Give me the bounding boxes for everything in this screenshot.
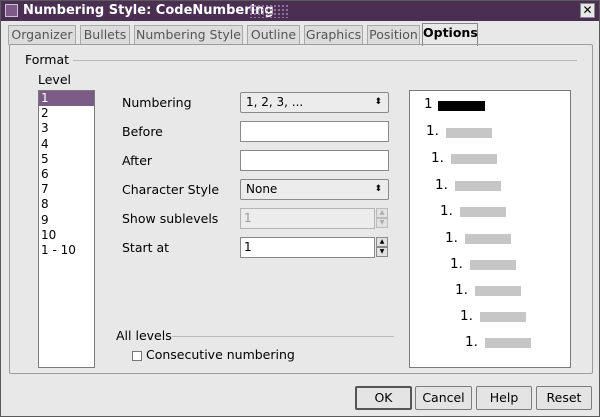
start-at-spinner[interactable]: ▲ ▼ — [376, 237, 388, 258]
all-levels-separator — [172, 336, 394, 337]
preview-line-bar — [470, 260, 516, 270]
level-item-5[interactable]: 5 — [39, 152, 94, 167]
after-label: After — [122, 153, 153, 168]
reset-button[interactable]: Reset — [536, 386, 592, 410]
numbering-style-dialog: Numbering Style: CodeNumbering ✕ Organiz… — [0, 0, 600, 417]
level-item-3[interactable]: 3 — [39, 121, 94, 136]
tab-position[interactable]: Position — [367, 25, 420, 45]
level-list[interactable]: 1 2 3 4 5 6 7 8 9 10 1 - 10 — [38, 90, 95, 368]
consecutive-numbering-checkbox[interactable] — [132, 351, 142, 361]
preview-number: 1. — [426, 123, 439, 139]
character-style-select[interactable]: None ⬍ — [240, 179, 389, 200]
title-bar[interactable]: Numbering Style: CodeNumbering ✕ — [1, 1, 599, 21]
start-at-input[interactable]: 1 — [240, 237, 375, 258]
spin-up-icon: ▲ — [376, 208, 388, 218]
all-levels-title: All levels — [116, 328, 172, 343]
preview-line-bar — [455, 181, 501, 191]
format-separator — [73, 60, 577, 61]
preview-number: 1. — [455, 282, 468, 298]
level-item-8[interactable]: 8 — [39, 197, 94, 212]
spin-down-icon: ▼ — [376, 218, 388, 228]
preview-number: 1. — [445, 230, 458, 246]
level-item-all[interactable]: 1 - 10 — [39, 243, 94, 258]
preview-line-bar — [451, 154, 497, 164]
preview-number: 1 — [424, 96, 433, 112]
tab-graphics[interactable]: Graphics — [304, 25, 363, 45]
titlebar-decoration — [249, 4, 289, 18]
before-label: Before — [122, 124, 163, 139]
consecutive-numbering-label[interactable]: Consecutive numbering — [146, 347, 295, 362]
preview-number: 1. — [450, 256, 463, 272]
level-item-4[interactable]: 4 — [39, 137, 94, 152]
tab-options[interactable]: Options — [422, 23, 478, 46]
numbering-select[interactable]: 1, 2, 3, ... ⬍ — [240, 92, 389, 113]
preview-line-bar — [438, 101, 485, 111]
level-item-9[interactable]: 9 — [39, 213, 94, 228]
character-style-value: None — [246, 182, 278, 196]
show-sublevels-input: 1 — [240, 208, 375, 229]
window-title: Numbering Style: CodeNumbering — [23, 3, 274, 18]
after-input[interactable] — [240, 150, 389, 171]
level-item-1[interactable]: 1 — [39, 91, 94, 107]
preview-pane: 1 1. 1. 1. 1. 1. 1. 1. 1. 1. — [409, 90, 571, 368]
before-input[interactable] — [240, 121, 389, 142]
preview-number: 1. — [465, 334, 478, 350]
level-item-2[interactable]: 2 — [39, 106, 94, 121]
tab-outline[interactable]: Outline — [247, 25, 300, 45]
close-icon[interactable]: ✕ — [580, 3, 595, 18]
preview-number: 1. — [431, 150, 444, 166]
preview-line-bar — [475, 286, 521, 296]
help-button[interactable]: Help — [476, 386, 532, 410]
level-item-10[interactable]: 10 — [39, 228, 94, 243]
level-label: Level — [38, 72, 71, 87]
tab-bullets[interactable]: Bullets — [80, 25, 130, 45]
dropdown-arrow-icon: ⬍ — [374, 97, 382, 107]
preview-number: 1. — [435, 177, 448, 193]
level-item-7[interactable]: 7 — [39, 182, 94, 197]
show-sublevels-spinner: ▲ ▼ — [376, 208, 388, 229]
start-at-label: Start at — [122, 240, 170, 255]
numbering-label: Numbering — [122, 95, 192, 110]
cancel-button[interactable]: Cancel — [415, 386, 472, 410]
character-style-label: Character Style — [122, 182, 220, 197]
preview-line-bar — [460, 207, 506, 217]
preview-line-bar — [485, 338, 531, 348]
format-section-title: Format — [25, 52, 70, 67]
show-sublevels-label: Show sublevels — [122, 211, 219, 226]
preview-line-bar — [480, 312, 526, 322]
ok-button[interactable]: OK — [355, 386, 412, 410]
spin-down-icon[interactable]: ▼ — [376, 247, 388, 257]
app-icon — [5, 4, 18, 17]
preview-line-bar — [465, 234, 511, 244]
level-item-6[interactable]: 6 — [39, 167, 94, 182]
preview-number: 1. — [460, 308, 473, 324]
tab-numbering-style[interactable]: Numbering Style — [134, 25, 243, 45]
numbering-value: 1, 2, 3, ... — [246, 95, 304, 109]
tab-organizer[interactable]: Organizer — [8, 25, 76, 45]
spin-up-icon[interactable]: ▲ — [376, 237, 388, 247]
dropdown-arrow-icon: ⬍ — [374, 184, 382, 194]
preview-line-bar — [446, 128, 492, 138]
preview-number: 1. — [440, 203, 453, 219]
